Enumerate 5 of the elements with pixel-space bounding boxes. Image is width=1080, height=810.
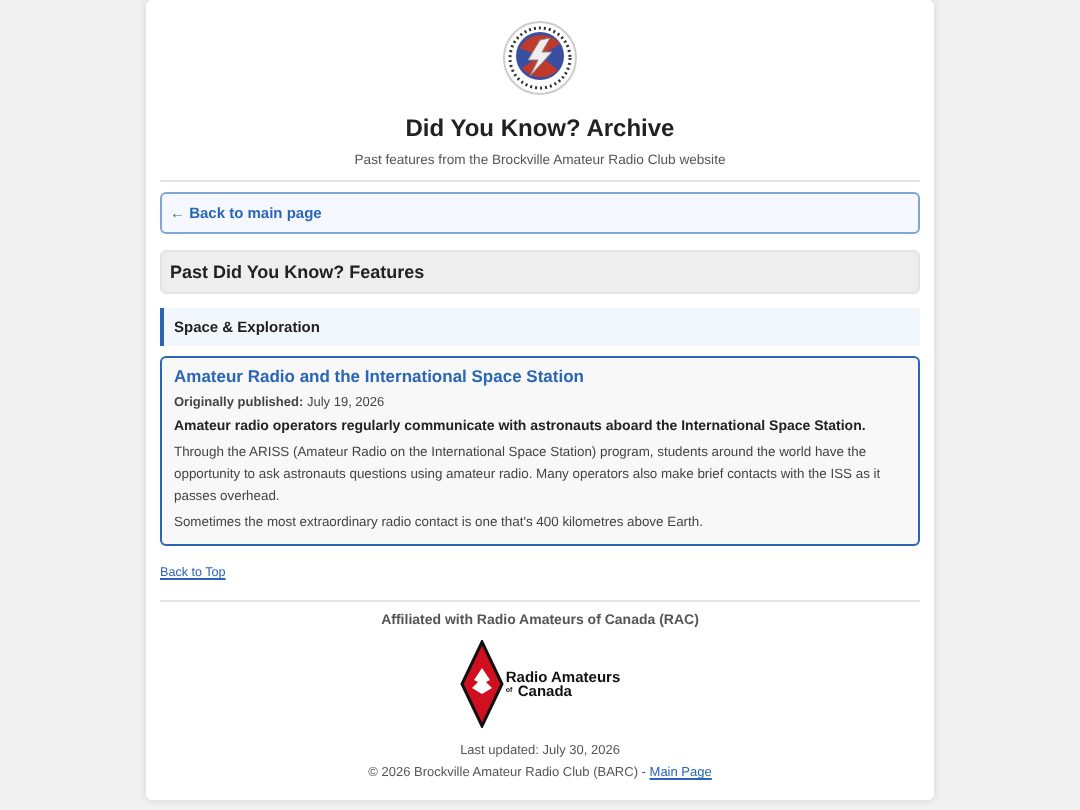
section-heading: Past Did You Know? Features	[160, 250, 920, 294]
club-logo-drawing	[502, 20, 578, 96]
diamond-logo-icon	[459, 640, 504, 728]
article-title-link[interactable]: Amateur Radio and the International Space Station	[174, 366, 584, 386]
page-title: Did You Know? Archive	[403, 114, 677, 142]
